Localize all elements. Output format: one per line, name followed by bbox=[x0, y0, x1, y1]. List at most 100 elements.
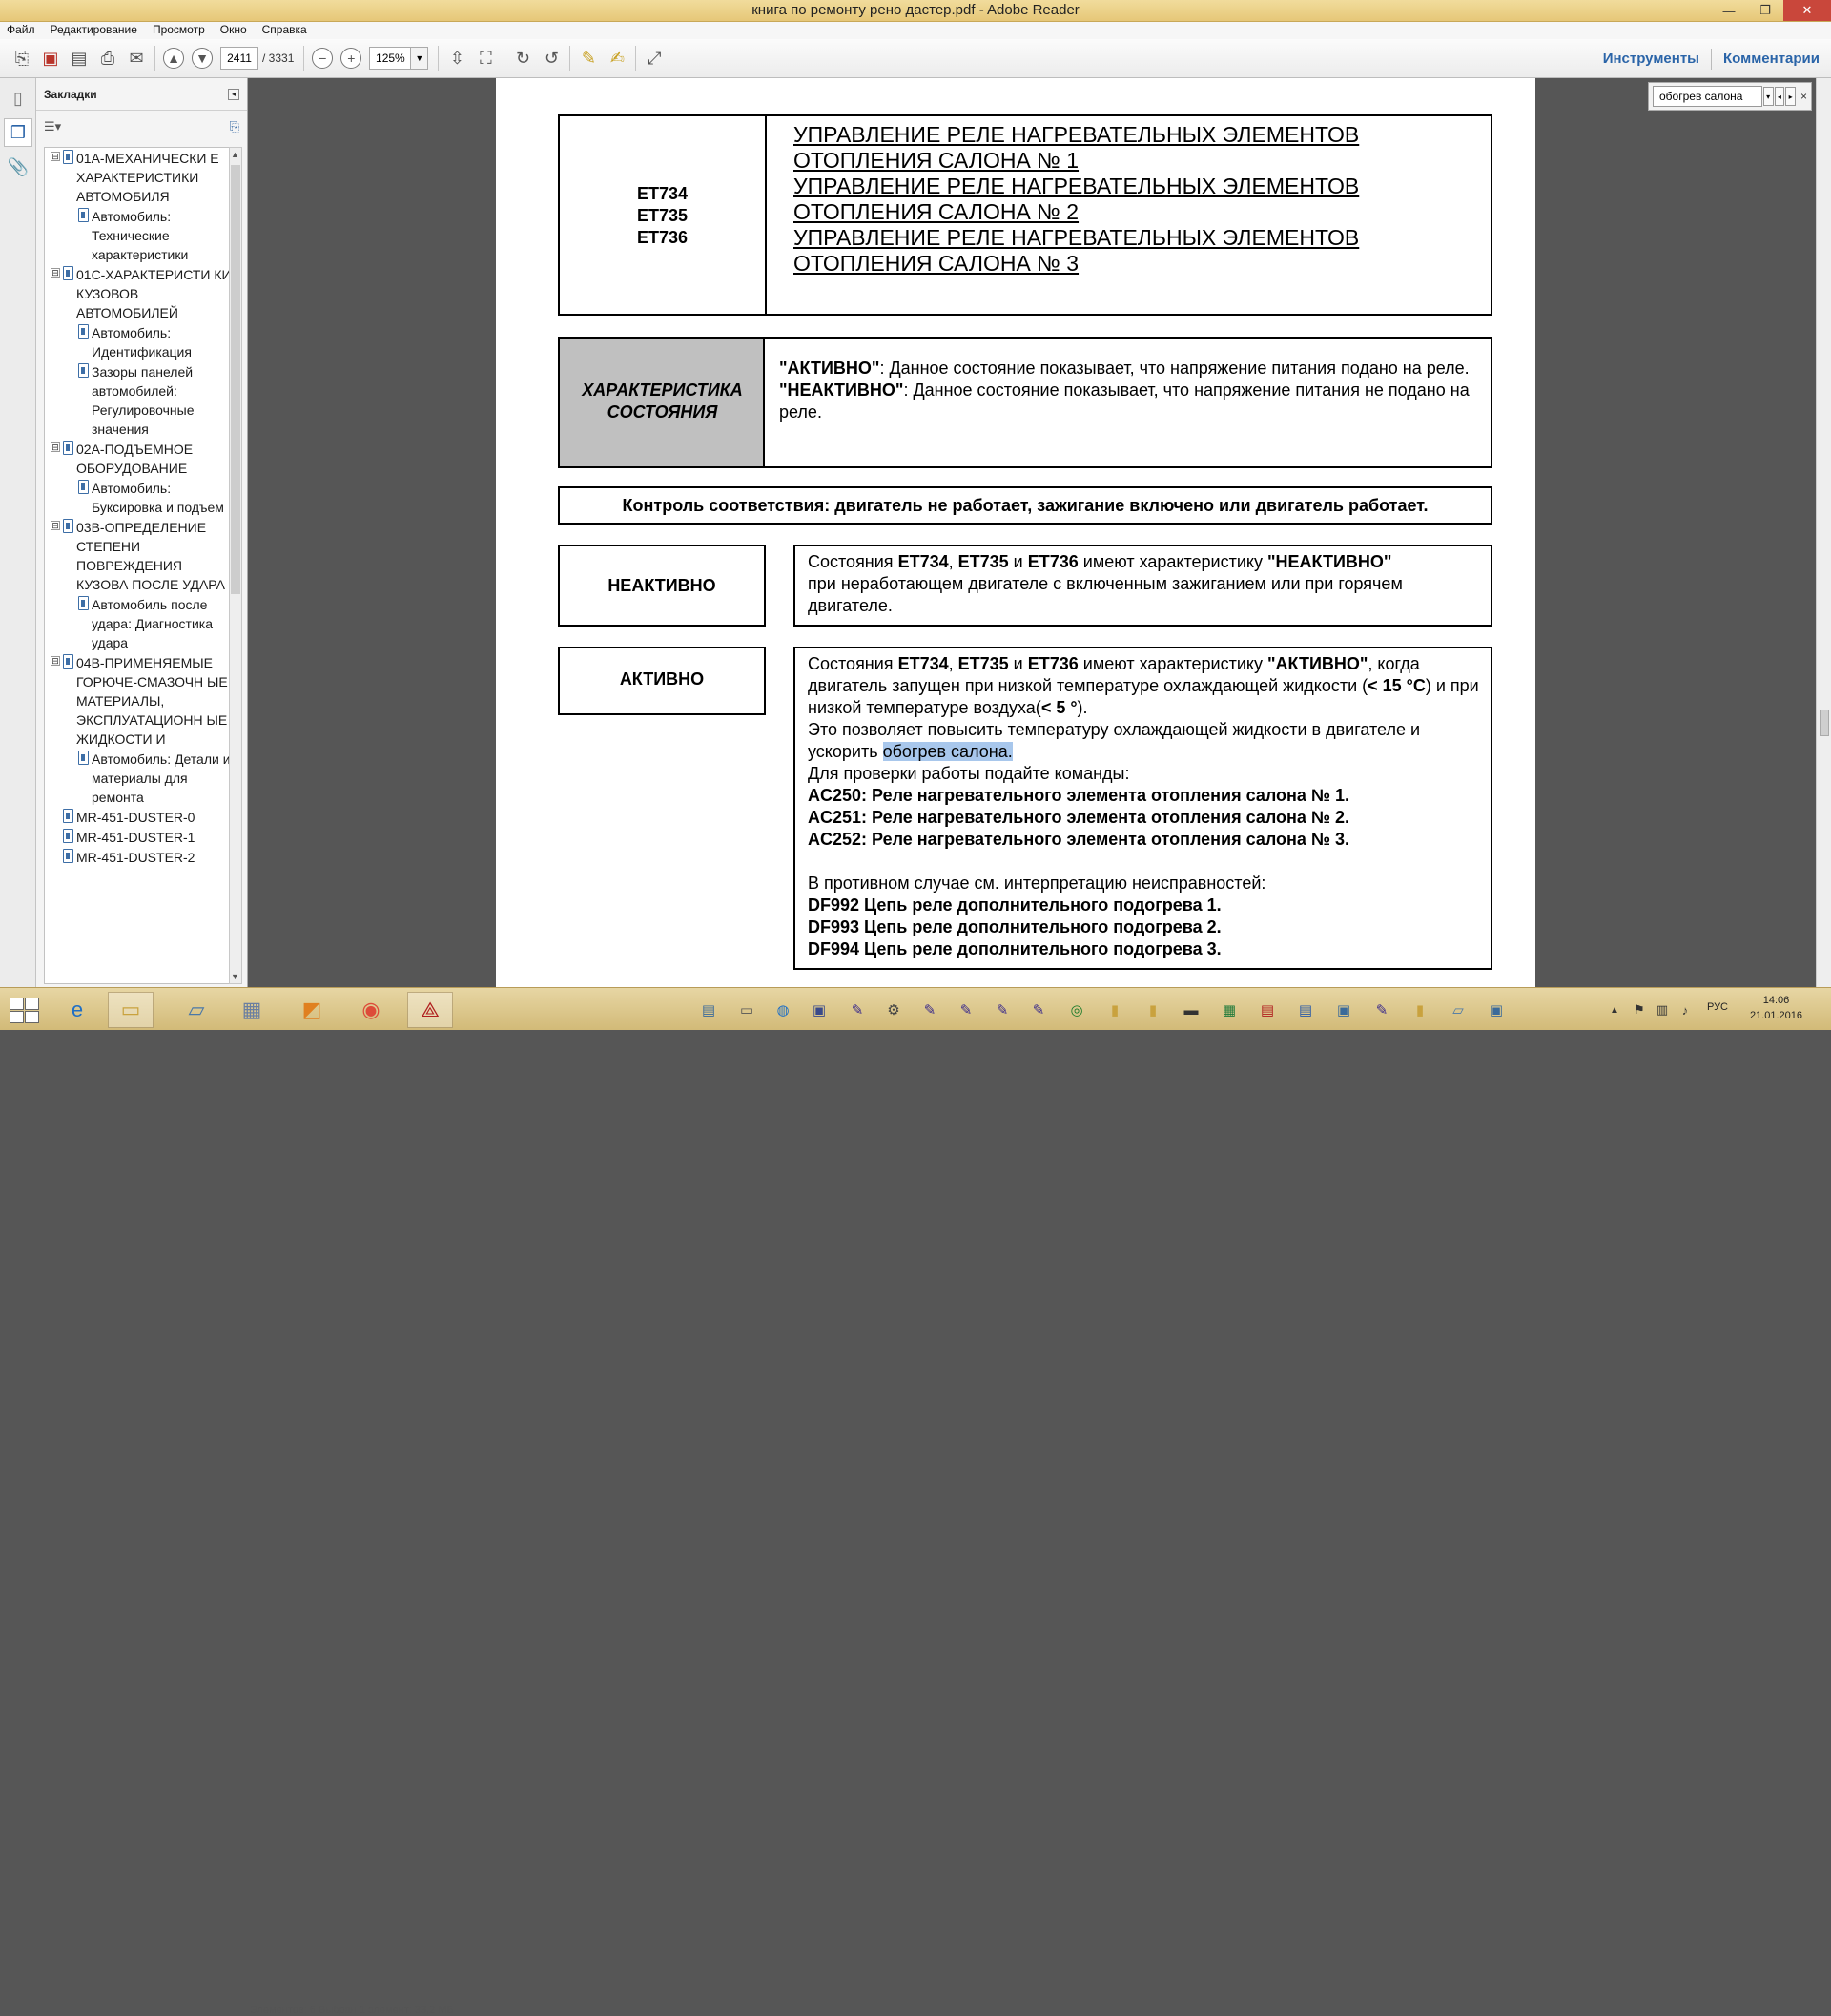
restore-button[interactable]: ❐ bbox=[1747, 0, 1783, 21]
clock[interactable]: 14:06 21.01.2016 bbox=[1750, 993, 1802, 1023]
tray-folder-icon[interactable]: ▮ bbox=[1102, 998, 1127, 1022]
tray-app-icon[interactable]: ▣ bbox=[807, 998, 832, 1022]
collapse-icon[interactable]: ⊟ bbox=[51, 268, 60, 278]
email-icon[interactable]: ✉ bbox=[122, 44, 151, 72]
bookmark-item[interactable]: ⊟ 02A-ПОДЪЕМНОЕ ОБОРУДОВАНИЕ bbox=[45, 439, 234, 478]
zoom-in-button[interactable]: + bbox=[337, 44, 365, 72]
find-close-icon[interactable]: × bbox=[1800, 90, 1807, 103]
attachments-icon[interactable]: 📎 bbox=[4, 153, 32, 181]
tray-app-icon[interactable]: ▬ bbox=[1179, 998, 1204, 1022]
bookmark-item[interactable]: Зазоры панелей автомобилей: Регулировочн… bbox=[45, 361, 234, 439]
next-page-button[interactable]: ▼ bbox=[188, 44, 216, 72]
scroll-up-icon[interactable]: ▲ bbox=[231, 150, 239, 159]
create-pdf-icon[interactable]: ⎘ bbox=[8, 44, 36, 72]
print-icon[interactable]: ⎙ bbox=[93, 44, 122, 72]
tray-app-icon[interactable]: ▭ bbox=[734, 998, 759, 1022]
find-next-icon[interactable]: ▸ bbox=[1785, 87, 1796, 106]
tray-app-icon[interactable]: ✎ bbox=[990, 998, 1015, 1022]
pdf-icon[interactable]: ▤ bbox=[1255, 998, 1280, 1022]
network-icon[interactable]: ▥ bbox=[1650, 998, 1675, 1022]
bookmark-item[interactable]: ⊟ 01A-МЕХАНИЧЕСКИ Е ХАРАКТЕРИСТИКИ АВТОМО… bbox=[45, 148, 234, 206]
bookmarks-scrollbar[interactable]: ▲ ▼ bbox=[229, 147, 242, 984]
bookmark-item[interactable]: Автомобиль: Буксировка и подъем bbox=[45, 478, 234, 517]
chrome-icon[interactable]: ◉ bbox=[348, 992, 394, 1028]
options-menu-icon[interactable]: ☰▾ bbox=[44, 119, 61, 134]
file-explorer-icon[interactable]: ▭ bbox=[108, 992, 154, 1028]
bookmark-item[interactable]: ⊟ 03B-ОПРЕДЕЛЕНИЕ СТЕПЕНИ ПОВРЕЖДЕНИЯ КУЗ… bbox=[45, 517, 234, 594]
menu-help[interactable]: Справка bbox=[256, 22, 316, 39]
desktop-app-icon[interactable]: ▱ bbox=[174, 992, 219, 1028]
adobe-reader-icon[interactable]: ⟁ bbox=[407, 992, 453, 1028]
fit-page-icon[interactable]: ⇳ bbox=[442, 44, 471, 72]
find-previous-icon[interactable]: ◂ bbox=[1774, 87, 1785, 106]
page-thumbnails-icon[interactable]: ▯ bbox=[4, 84, 32, 113]
word-icon[interactable]: ▤ bbox=[1293, 998, 1318, 1022]
document-scrollbar-thumb[interactable] bbox=[1820, 710, 1829, 736]
language-indicator[interactable]: РУС bbox=[1707, 1001, 1728, 1013]
start-button[interactable] bbox=[8, 996, 40, 1024]
tray-app-icon[interactable]: ◍ bbox=[771, 998, 795, 1022]
hide-panel-icon[interactable]: ◂ bbox=[228, 88, 239, 100]
rotate-cw-icon[interactable]: ↻ bbox=[508, 44, 537, 72]
collapse-icon[interactable]: ⊟ bbox=[51, 521, 60, 530]
zoom-dropdown-icon[interactable]: ▼ bbox=[411, 47, 429, 70]
prev-page-button[interactable]: ▲ bbox=[159, 44, 188, 72]
bookmark-item[interactable]: MR-451-DUSTER-2 bbox=[45, 847, 234, 867]
bookmark-item[interactable]: ⊟ 04B-ПРИМЕНЯЕМЫЕ ГОРЮЧЕ-СМАЗОЧН ЫЕ МАТЕР… bbox=[45, 652, 234, 749]
zoom-out-button[interactable]: − bbox=[308, 44, 337, 72]
comment-icon[interactable]: ✎ bbox=[574, 44, 603, 72]
tray-app-icon[interactable]: ▤ bbox=[696, 998, 721, 1022]
tools-link[interactable]: Инструменты bbox=[1592, 51, 1711, 67]
bookmark-item[interactable]: Автомобиль после удара: Диагностика удар… bbox=[45, 594, 234, 652]
calculator-icon[interactable]: ▦ bbox=[229, 992, 275, 1028]
volume-icon[interactable]: ♪ bbox=[1673, 998, 1697, 1022]
tray-folder-icon[interactable]: ▮ bbox=[1408, 998, 1432, 1022]
close-button[interactable]: ✕ bbox=[1783, 0, 1831, 21]
excel-icon[interactable]: ▦ bbox=[1217, 998, 1242, 1022]
tray-app-icon[interactable]: ▣ bbox=[1331, 998, 1356, 1022]
scrollbar-thumb[interactable] bbox=[231, 165, 240, 594]
bookmarks-icon[interactable]: ❒ bbox=[4, 118, 32, 147]
menu-view[interactable]: Просмотр bbox=[146, 22, 214, 39]
tray-app-icon[interactable]: ✎ bbox=[1369, 998, 1394, 1022]
comments-link[interactable]: Комментарии bbox=[1712, 51, 1831, 67]
scroll-down-icon[interactable]: ▼ bbox=[231, 972, 239, 981]
fullscreen-icon[interactable]: ⤢ bbox=[640, 44, 669, 72]
collapse-icon[interactable]: ⊟ bbox=[51, 656, 60, 666]
new-bookmark-icon[interactable]: ⎘ bbox=[230, 119, 239, 134]
tray-app-icon[interactable]: ▱ bbox=[1446, 998, 1471, 1022]
fit-width-icon[interactable]: ⛶ bbox=[471, 44, 500, 72]
collapse-icon[interactable]: ⊟ bbox=[51, 442, 60, 452]
show-hidden-icons[interactable]: ▲ bbox=[1602, 998, 1627, 1022]
tray-app-icon[interactable]: ✎ bbox=[1026, 998, 1051, 1022]
bookmark-item[interactable]: Автомобиль: Технические характеристики bbox=[45, 206, 234, 264]
bookmark-item[interactable]: ⊟ 01C-ХАРАКТЕРИСТИ КИ КУЗОВОВ АВТОМОБИЛЕЙ bbox=[45, 264, 234, 322]
tray-app-icon[interactable]: ⚙ bbox=[881, 998, 906, 1022]
page-number-input[interactable]: 2411 bbox=[220, 47, 258, 70]
minimize-button[interactable]: — bbox=[1711, 0, 1747, 21]
tray-app-icon[interactable]: ✎ bbox=[917, 998, 942, 1022]
action-center-icon[interactable]: ⚑ bbox=[1627, 998, 1652, 1022]
bookmark-item[interactable]: Автомобиль: Идентификация bbox=[45, 322, 234, 361]
tray-folder-icon[interactable]: ▮ bbox=[1141, 998, 1165, 1022]
tray-app-icon[interactable]: ✎ bbox=[845, 998, 870, 1022]
save-icon[interactable]: ▤ bbox=[65, 44, 93, 72]
collapse-icon[interactable]: ⊟ bbox=[51, 152, 60, 161]
open-icon[interactable]: ▣ bbox=[36, 44, 65, 72]
document-scrollbar[interactable] bbox=[1816, 78, 1831, 987]
bookmark-item[interactable]: Автомобиль: Детали и материалы для ремон… bbox=[45, 749, 234, 807]
tray-app-icon[interactable]: ▣ bbox=[1484, 998, 1509, 1022]
zoom-input[interactable]: 125% bbox=[369, 47, 412, 70]
office-icon[interactable]: ◩ bbox=[289, 992, 335, 1028]
menu-file[interactable]: Файл bbox=[0, 22, 44, 39]
bookmark-item[interactable]: MR-451-DUSTER-1 bbox=[45, 827, 234, 847]
menu-window[interactable]: Окно bbox=[214, 22, 256, 39]
find-input[interactable]: обогрев салона bbox=[1653, 86, 1762, 107]
highlight-icon[interactable]: ✍ bbox=[603, 44, 631, 72]
tray-app-icon[interactable]: ✎ bbox=[954, 998, 978, 1022]
internet-explorer-icon[interactable]: e bbox=[54, 992, 100, 1028]
bookmark-item[interactable]: MR-451-DUSTER-0 bbox=[45, 807, 234, 827]
rotate-ccw-icon[interactable]: ↺ bbox=[537, 44, 566, 72]
tray-app-icon[interactable]: ◎ bbox=[1064, 998, 1089, 1022]
find-options-icon[interactable]: ▾ bbox=[1762, 87, 1774, 106]
